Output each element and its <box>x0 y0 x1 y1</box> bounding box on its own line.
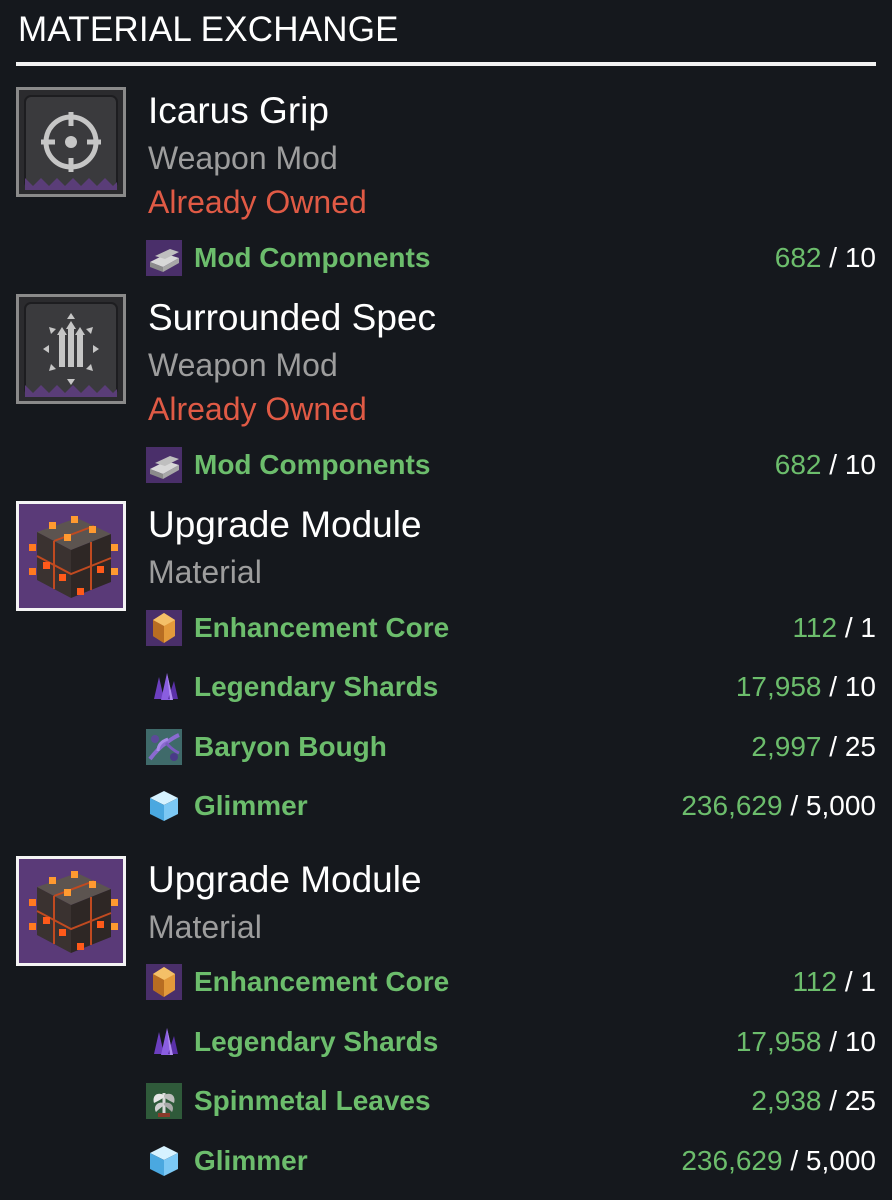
upgrade-module-icon[interactable] <box>16 501 126 611</box>
cost-owned-quantity: 2,938 <box>751 1085 822 1116</box>
crosshair-mod-icon[interactable] <box>16 87 126 197</box>
cost-owned-quantity: 17,958 <box>735 671 822 702</box>
cost-amount: 17,958 / 10 <box>736 1022 876 1062</box>
cost-required-quantity: 10 <box>844 242 876 273</box>
cost-label: Legendary Shards <box>194 671 439 702</box>
cost-owned-quantity: 236,629 <box>681 1145 783 1176</box>
cost-separator: / <box>821 449 845 480</box>
cost-separator: / <box>821 731 845 762</box>
cost-row: Enhancement Core 112 / 1 <box>146 608 876 648</box>
cost-row: Baryon Bough 2,997 / 25 <box>146 727 876 767</box>
cost-separator: / <box>782 1145 806 1176</box>
enhancement-core-icon <box>146 610 182 646</box>
page-title: MATERIAL EXCHANGE <box>18 10 399 49</box>
cost-required-quantity: 1 <box>860 966 876 997</box>
glimmer-icon <box>146 788 182 824</box>
cost-label: Glimmer <box>194 790 308 821</box>
cost-label: Legendary Shards <box>194 1026 439 1057</box>
cost-amount: 2,997 / 25 <box>751 727 876 767</box>
item-type: Material <box>148 909 262 945</box>
cost-amount: 2,938 / 25 <box>751 1081 876 1121</box>
legendary-shards-icon <box>146 669 182 705</box>
enhancement-core-icon <box>146 964 182 1000</box>
cost-row: Legendary Shards 17,958 / 10 <box>146 1022 876 1062</box>
cost-owned-quantity: 682 <box>774 449 822 480</box>
spinmetal-leaves-icon <box>146 1083 182 1119</box>
cost-owned-quantity: 112 <box>792 966 838 997</box>
cost-separator: / <box>821 242 845 273</box>
cost-label: Enhancement Core <box>194 612 450 643</box>
cost-required-quantity: 25 <box>844 1085 876 1116</box>
cost-owned-quantity: 112 <box>792 612 838 643</box>
cost-required-quantity: 10 <box>844 671 876 702</box>
cost-separator: / <box>837 612 861 643</box>
item-name: Upgrade Module <box>148 859 422 900</box>
cost-row: Spinmetal Leaves 2,938 / 25 <box>146 1081 876 1121</box>
item-type: Material <box>148 554 262 590</box>
cost-amount: 682 / 10 <box>775 445 876 485</box>
cost-owned-quantity: 682 <box>774 242 822 273</box>
baryon-bough-icon <box>146 729 182 765</box>
cost-separator: / <box>821 1085 845 1116</box>
cost-owned-quantity: 2,997 <box>751 731 822 762</box>
cost-owned-quantity: 17,958 <box>735 1026 822 1057</box>
cost-amount: 682 / 10 <box>775 238 876 278</box>
cost-separator: / <box>821 1026 845 1057</box>
cost-owned-quantity: 236,629 <box>681 790 783 821</box>
cost-row: Glimmer 236,629 / 5,000 <box>146 1141 876 1181</box>
mod-components-icon <box>146 240 182 276</box>
cost-separator: / <box>782 790 806 821</box>
item-name: Surrounded Spec <box>148 297 436 338</box>
cost-row: Glimmer 236,629 / 5,000 <box>146 786 876 826</box>
cost-label: Baryon Bough <box>194 731 387 762</box>
owned-status: Already Owned <box>148 184 367 220</box>
cost-amount: 17,958 / 10 <box>736 667 876 707</box>
cost-label: Spinmetal Leaves <box>194 1085 431 1116</box>
cost-amount: 236,629 / 5,000 <box>681 786 876 826</box>
header-divider <box>16 62 876 66</box>
cost-required-quantity: 5,000 <box>805 1145 876 1176</box>
legendary-shards-icon <box>146 1024 182 1060</box>
cost-required-quantity: 5,000 <box>805 790 876 821</box>
cost-label: Glimmer <box>194 1145 308 1176</box>
cost-amount: 112 / 1 <box>792 962 876 1002</box>
owned-status: Already Owned <box>148 391 367 427</box>
cost-required-quantity: 25 <box>844 731 876 762</box>
item-type: Weapon Mod <box>148 347 338 383</box>
cost-separator: / <box>821 671 845 702</box>
cost-amount: 236,629 / 5,000 <box>681 1141 876 1181</box>
cost-required-quantity: 1 <box>860 612 876 643</box>
item-name: Upgrade Module <box>148 504 422 545</box>
glimmer-icon <box>146 1143 182 1179</box>
cost-row: Mod Components 682 / 10 <box>146 445 876 485</box>
item-name: Icarus Grip <box>148 90 329 131</box>
cost-row: Mod Components 682 / 10 <box>146 238 876 278</box>
mod-components-icon <box>146 447 182 483</box>
cost-label: Mod Components <box>194 449 431 480</box>
cost-separator: / <box>837 966 861 997</box>
cost-label: Enhancement Core <box>194 966 450 997</box>
cost-amount: 112 / 1 <box>792 608 876 648</box>
surrounded-mod-icon[interactable] <box>16 294 126 404</box>
cost-row: Legendary Shards 17,958 / 10 <box>146 667 876 707</box>
cost-label: Mod Components <box>194 242 431 273</box>
upgrade-module-icon[interactable] <box>16 856 126 966</box>
cost-required-quantity: 10 <box>844 449 876 480</box>
item-type: Weapon Mod <box>148 140 338 176</box>
cost-required-quantity: 10 <box>844 1026 876 1057</box>
cost-row: Enhancement Core 112 / 1 <box>146 962 876 1002</box>
